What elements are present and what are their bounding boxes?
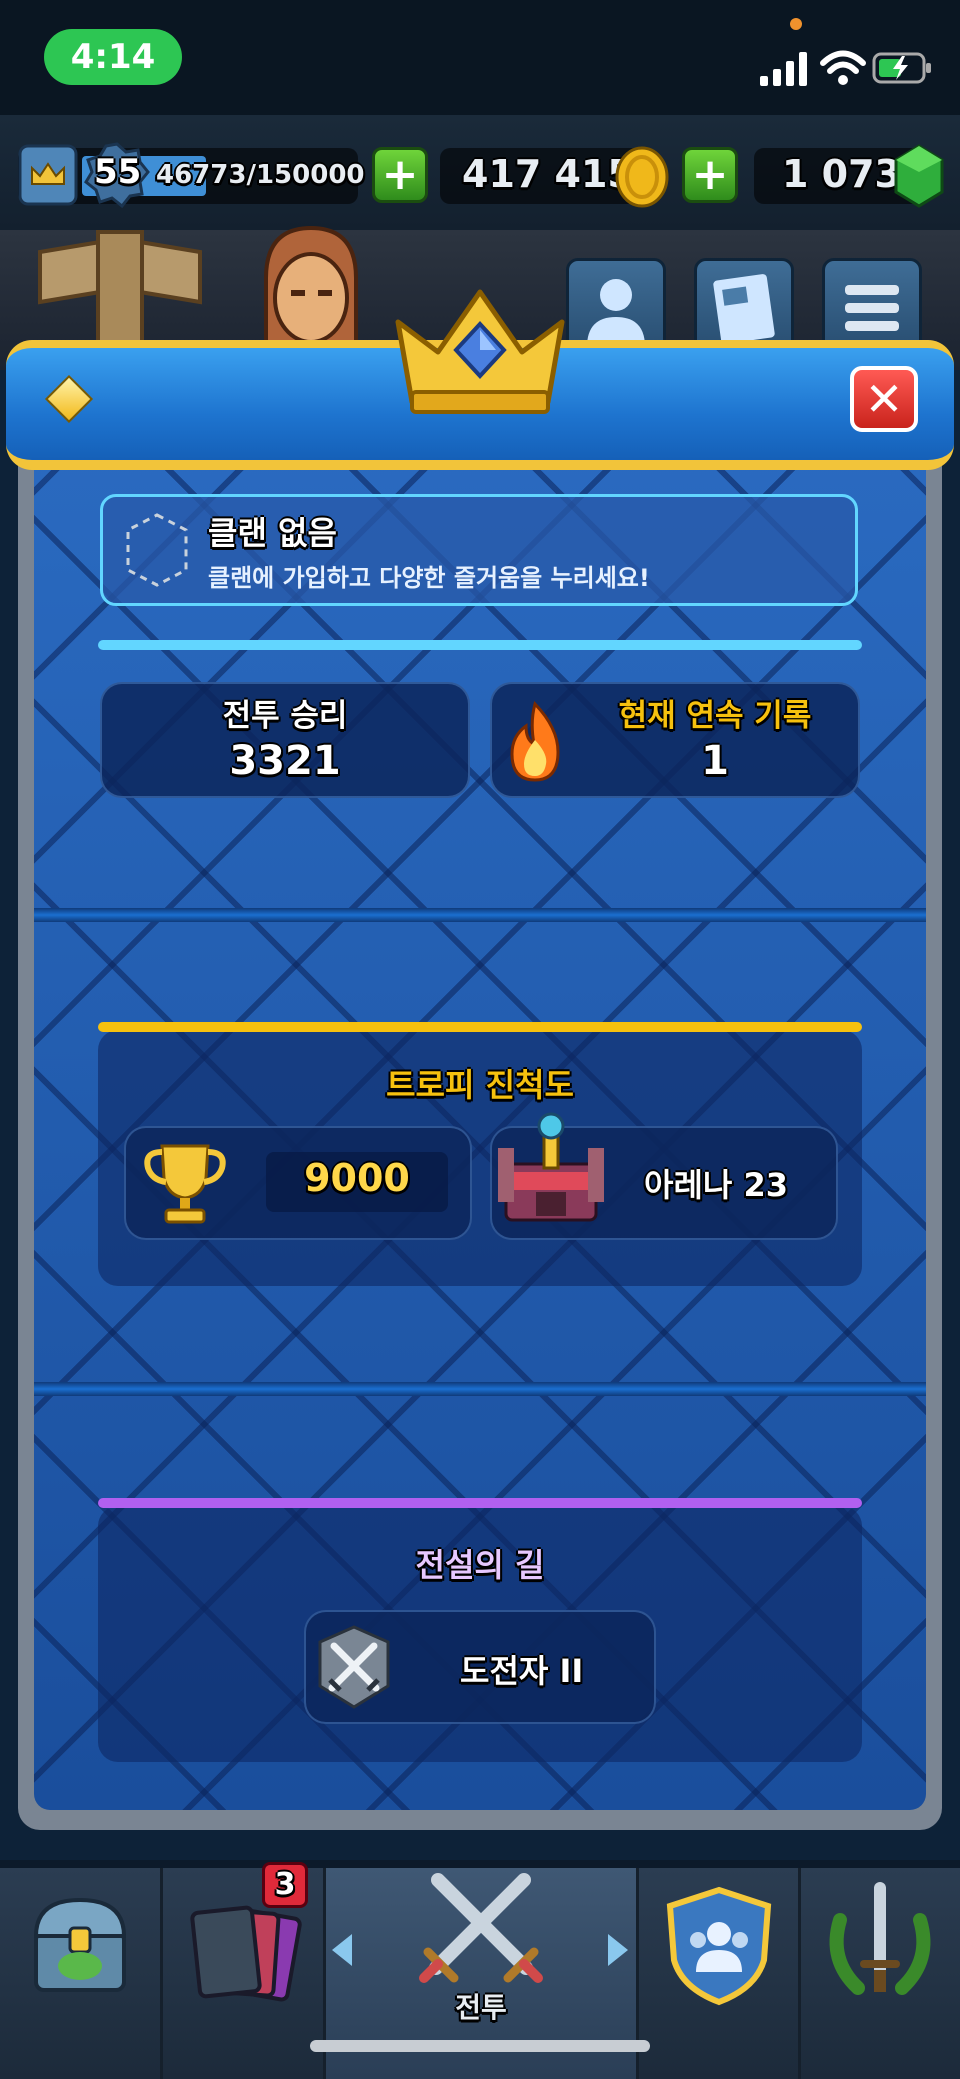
privacy-indicator-dot <box>790 18 802 30</box>
clan-divider <box>98 640 862 650</box>
league-rank-name: 도전자 <box>460 1652 549 1690</box>
nav-separator <box>798 1868 801 2079</box>
league-rank: 도전자 II <box>460 1646 583 1692</box>
shop-chest-icon[interactable] <box>24 1888 136 2000</box>
gem-amount: 1 073 <box>782 152 901 196</box>
player-avatar-icon[interactable] <box>246 218 376 358</box>
crown-icon <box>395 289 565 414</box>
xp-text: 46773/150000 <box>156 160 365 190</box>
chevron-left-icon[interactable] <box>326 1930 356 1970</box>
clan-title: 클랜 없음 <box>208 514 337 552</box>
arena-label: 아레나 <box>644 1166 733 1204</box>
section-divider <box>34 1382 926 1396</box>
hammer-emblem-icon <box>38 230 202 344</box>
path-of-legends-title: 전설의 길 <box>415 1546 545 1584</box>
cellular-signal-icon <box>760 52 807 86</box>
add-xp-button[interactable]: + <box>372 147 428 203</box>
gem-icon <box>894 144 944 208</box>
chevron-right-icon[interactable] <box>604 1930 634 1970</box>
trophy-divider <box>98 1022 862 1032</box>
clan-subtitle: 클랜에 가입하고 다양한 즐거움을 누리세요! <box>208 564 650 592</box>
battle-wins-value: 3321 <box>229 738 341 784</box>
add-gold-button[interactable]: + <box>682 147 738 203</box>
gold-amount: 417 415 <box>462 152 634 196</box>
win-streak-value: 1 <box>701 738 729 784</box>
arena-number: 23 <box>743 1166 788 1204</box>
league-rank-numeral: II <box>559 1652 584 1690</box>
wifi-icon <box>820 50 866 85</box>
clan-emblem-placeholder-icon <box>126 513 188 587</box>
cards-icon[interactable] <box>186 1900 302 2006</box>
clan-shield-icon[interactable] <box>664 1886 774 2006</box>
arena-icon <box>498 1112 604 1222</box>
level-number: 55 <box>94 152 142 192</box>
battery-charging-icon <box>872 52 931 84</box>
trophy-icon <box>144 1144 226 1224</box>
battle-tab-label: 전투 <box>455 1991 507 2024</box>
battle-wins-label: 전투 승리 <box>222 698 348 734</box>
home-indicator[interactable] <box>310 2040 650 2052</box>
arena-name: 아레나 23 <box>644 1160 788 1206</box>
close-button[interactable]: ✕ <box>850 366 918 432</box>
clock: 4:14 <box>44 29 182 85</box>
win-streak-label: 현재 연속 기록 <box>618 698 812 734</box>
crossed-swords-icon[interactable] <box>412 1856 550 1986</box>
trophy-progress-title: 트로피 진척도 <box>386 1066 574 1104</box>
cards-notification-badge: 3 <box>262 1862 308 1908</box>
section-divider <box>34 908 926 922</box>
king-tower-icon[interactable] <box>18 144 78 206</box>
gold-coin-icon <box>615 146 669 208</box>
trophy-count: 9000 <box>304 1156 410 1200</box>
fire-icon <box>510 701 560 782</box>
nav-separator <box>160 1868 163 2079</box>
crossed-swords-badge-icon <box>318 1625 390 1709</box>
path-of-legends-divider <box>98 1498 862 1508</box>
events-laurel-icon[interactable] <box>818 1880 942 2004</box>
